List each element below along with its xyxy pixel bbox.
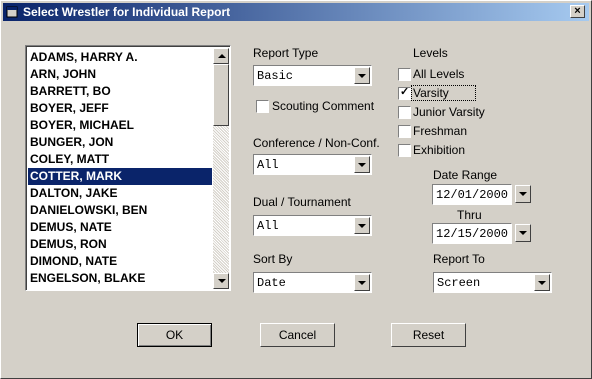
close-icon: × bbox=[574, 5, 581, 17]
freshman-checkbox[interactable] bbox=[398, 125, 411, 138]
sort-by-label: Sort By bbox=[253, 252, 293, 266]
list-item[interactable]: DALTON, JAKE bbox=[28, 185, 212, 202]
report-to-value: Screen bbox=[437, 276, 481, 290]
scouting-comment-label: Scouting Comment bbox=[272, 99, 375, 113]
varsity-checkbox[interactable]: ✓ bbox=[398, 86, 411, 100]
list-item-selected[interactable]: COTTER, MARK bbox=[28, 168, 212, 185]
exhibition-checkbox[interactable] bbox=[398, 144, 411, 157]
sort-by-value: Date bbox=[257, 276, 286, 290]
date-to-picker-button[interactable] bbox=[515, 224, 531, 242]
close-button[interactable]: × bbox=[570, 5, 585, 18]
report-to-dropdown-button[interactable] bbox=[534, 274, 550, 291]
date-from-field[interactable]: 12/01/2000 bbox=[432, 184, 512, 205]
scouting-comment-checkbox[interactable] bbox=[256, 100, 269, 113]
junior-varsity-label: Junior Varsity bbox=[413, 105, 485, 119]
list-item[interactable]: ADAMS, HARRY A. bbox=[28, 49, 212, 66]
chevron-down-icon bbox=[519, 192, 527, 196]
list-item[interactable]: DIMOND, NATE bbox=[28, 253, 212, 270]
checkmark-icon: ✓ bbox=[400, 86, 410, 98]
title-bar[interactable]: Select Wrestler for Individual Report × bbox=[3, 3, 589, 21]
scroll-down-button[interactable] bbox=[213, 273, 229, 289]
wrestler-list: ADAMS, HARRY A. ARN, JOHN BARRETT, BO BO… bbox=[28, 49, 212, 287]
sort-by-select[interactable]: Date bbox=[253, 272, 372, 293]
levels-label: Levels bbox=[413, 46, 448, 60]
window-title: Select Wrestler for Individual Report bbox=[23, 5, 231, 19]
conference-select[interactable]: All bbox=[253, 154, 372, 175]
conference-value: All bbox=[257, 158, 279, 172]
date-to-value: 12/15/2000 bbox=[436, 227, 509, 241]
chevron-down-icon bbox=[358, 74, 366, 78]
chevron-down-icon bbox=[358, 163, 366, 167]
date-range-label: Date Range bbox=[433, 168, 498, 182]
list-item[interactable]: DANIELOWSKI, BEN bbox=[28, 202, 212, 219]
junior-varsity-checkbox[interactable] bbox=[398, 106, 411, 119]
dual-tournament-dropdown-button[interactable] bbox=[354, 217, 370, 234]
date-from-value: 12/01/2000 bbox=[436, 188, 509, 202]
list-scrollbar[interactable] bbox=[213, 48, 229, 289]
chevron-down-icon bbox=[358, 281, 366, 285]
list-item[interactable]: BOYER, JEFF bbox=[28, 100, 212, 117]
list-item[interactable]: ENGELSON, BLAKE bbox=[28, 270, 212, 287]
list-item[interactable]: ARN, JOHN bbox=[28, 66, 212, 83]
app-icon bbox=[6, 6, 18, 18]
dual-tournament-select[interactable]: All bbox=[253, 215, 372, 236]
cancel-button[interactable]: Cancel bbox=[260, 323, 335, 347]
list-item[interactable]: BOYER, MICHAEL bbox=[28, 117, 212, 134]
thru-label: Thru bbox=[457, 208, 482, 222]
chevron-down-icon bbox=[358, 224, 366, 228]
dual-tournament-value: All bbox=[257, 219, 279, 233]
sort-by-dropdown-button[interactable] bbox=[354, 274, 370, 291]
wrestler-listbox[interactable]: ADAMS, HARRY A. ARN, JOHN BARRETT, BO BO… bbox=[25, 45, 231, 291]
list-item[interactable]: BARRETT, BO bbox=[28, 83, 212, 100]
chevron-down-icon bbox=[538, 281, 546, 285]
list-item[interactable]: COLEY, MATT bbox=[28, 151, 212, 168]
ok-button[interactable]: OK bbox=[137, 323, 212, 347]
report-type-label: Report Type bbox=[253, 46, 319, 60]
arrow-up-icon bbox=[218, 54, 226, 58]
exhibition-label: Exhibition bbox=[413, 143, 466, 157]
list-item[interactable]: BUNGER, JON bbox=[28, 134, 212, 151]
report-type-value: Basic bbox=[257, 69, 294, 83]
list-item[interactable]: DEMUS, NATE bbox=[28, 219, 212, 236]
scroll-up-button[interactable] bbox=[213, 48, 229, 64]
dialog-window: Select Wrestler for Individual Report × … bbox=[0, 0, 592, 379]
date-to-field[interactable]: 12/15/2000 bbox=[432, 223, 512, 244]
focus-indicator bbox=[411, 85, 476, 101]
date-from-picker-button[interactable] bbox=[515, 185, 531, 203]
report-type-dropdown-button[interactable] bbox=[354, 67, 370, 84]
report-to-label: Report To bbox=[433, 252, 485, 266]
all-levels-label: All Levels bbox=[413, 67, 465, 81]
report-type-select[interactable]: Basic bbox=[253, 65, 372, 86]
dual-tournament-label: Dual / Tournament bbox=[253, 195, 351, 209]
arrow-down-icon bbox=[218, 279, 226, 283]
scroll-thumb[interactable] bbox=[213, 64, 229, 126]
all-levels-checkbox[interactable] bbox=[398, 68, 411, 81]
report-to-select[interactable]: Screen bbox=[433, 272, 552, 293]
list-item[interactable]: DEMUS, RON bbox=[28, 236, 212, 253]
reset-button[interactable]: Reset bbox=[391, 323, 466, 347]
freshman-label: Freshman bbox=[413, 124, 468, 138]
conference-dropdown-button[interactable] bbox=[354, 156, 370, 173]
chevron-down-icon bbox=[519, 231, 527, 235]
conference-label: Conference / Non-Conf. bbox=[253, 136, 380, 150]
